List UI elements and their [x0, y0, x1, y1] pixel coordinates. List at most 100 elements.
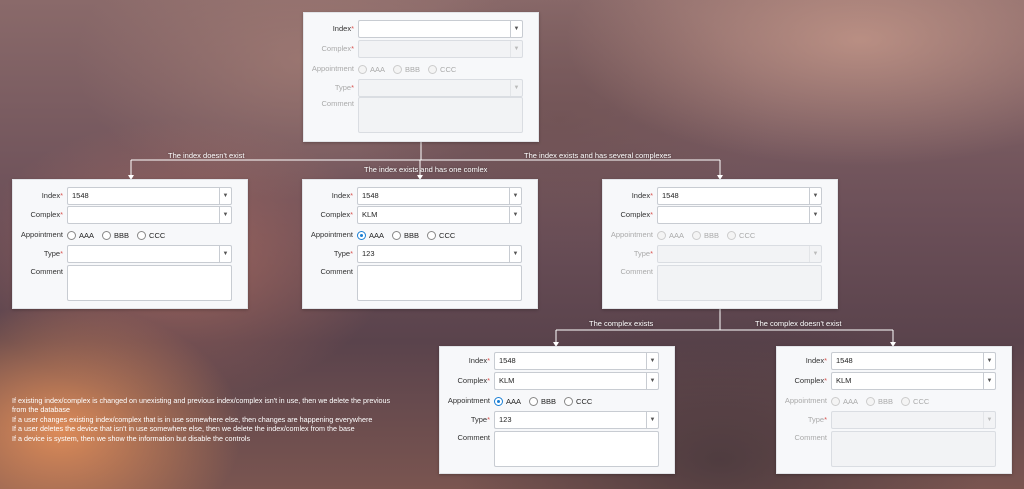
radio-ccc: CCC [901, 396, 930, 406]
chevron-down-icon: ▼ [510, 80, 522, 96]
radio-circle-icon [727, 230, 737, 240]
radio-ccc-label: CCC [576, 396, 593, 406]
radio-circle-icon [529, 396, 539, 406]
required-mark: * [350, 191, 353, 200]
type-select[interactable]: 123 ▼ [494, 411, 659, 429]
type-label: Type [470, 415, 488, 424]
comment-label: Comment [30, 267, 63, 276]
index-select[interactable]: 1548 ▼ [67, 187, 232, 205]
radio-aaa-label: AAA [370, 64, 386, 74]
radio-bbb: BBB [692, 230, 719, 240]
index-select[interactable]: 1548 ▼ [657, 187, 822, 205]
index-select[interactable]: ▼ [358, 20, 523, 38]
type-label: Type [334, 83, 352, 92]
connector-label-complex-exists: The complex exists [589, 319, 654, 328]
type-select: ▼ [358, 79, 523, 97]
required-mark: * [60, 249, 63, 258]
type-label: Type [333, 249, 351, 258]
chevron-down-icon: ▼ [510, 21, 522, 37]
complex-label: Complex [30, 210, 61, 219]
required-mark: * [351, 24, 354, 33]
radio-aaa[interactable]: AAA [67, 230, 95, 240]
comment-label: Comment [321, 99, 354, 108]
radio-ccc-label: CCC [149, 230, 166, 240]
chevron-down-icon: ▼ [646, 373, 658, 389]
complex-select[interactable]: ▼ [657, 206, 822, 224]
radio-ccc-label: CCC [439, 230, 456, 240]
radio-ccc-label: CCC [440, 64, 457, 74]
chevron-down-icon: ▼ [809, 207, 821, 223]
radio-aaa: AAA [657, 230, 684, 240]
index-select[interactable]: 1548 ▼ [494, 352, 659, 370]
radio-bbb-label: BBB [878, 396, 894, 406]
required-mark: * [650, 249, 653, 258]
complex-select[interactable]: KLM ▼ [494, 372, 659, 390]
radio-circle-icon [67, 230, 76, 240]
form-one-complex: Index* 1548 ▼ Complex* KLM ▼ Appointment A… [302, 179, 538, 309]
radio-aaa-label: AAA [506, 396, 522, 406]
radio-circle-icon [428, 64, 438, 74]
radio-aaa: AAA [831, 396, 858, 406]
radio-circle-icon [393, 64, 403, 74]
index-value: 1548 [362, 191, 379, 200]
radio-circle-icon [692, 230, 702, 240]
required-mark: * [824, 376, 827, 385]
index-label: Index [332, 24, 352, 33]
chevron-down-icon: ▼ [509, 188, 521, 204]
type-select[interactable]: ▼ [67, 245, 232, 263]
radio-ccc-label: CCC [913, 396, 930, 406]
comment-textarea [358, 97, 523, 133]
required-mark: * [650, 191, 653, 200]
index-label: Index [331, 191, 351, 200]
radio-bbb[interactable]: BBB [529, 396, 556, 406]
radio-ccc-label: CCC [739, 230, 756, 240]
chevron-down-icon: ▼ [219, 207, 231, 223]
appointment-label: Appointment [311, 64, 354, 73]
comment-textarea[interactable] [494, 431, 659, 467]
complex-label: Complex [620, 210, 651, 219]
connector-label-index-missing: The index doesn't exist [168, 151, 245, 160]
index-select[interactable]: 1548 ▼ [831, 352, 996, 370]
radio-circle-icon [657, 230, 666, 240]
appointment-radio-group: AAA BBB CCC [358, 60, 456, 78]
type-select[interactable]: 123 ▼ [357, 245, 522, 263]
required-mark: * [350, 210, 353, 219]
index-select[interactable]: 1548 ▼ [357, 187, 522, 205]
required-mark: * [824, 415, 827, 424]
comment-label: Comment [794, 433, 827, 442]
radio-bbb[interactable]: BBB [392, 230, 419, 240]
appointment-radio-group: AAA BBB CCC [831, 392, 929, 410]
required-mark: * [487, 415, 490, 424]
radio-aaa[interactable]: AAA [494, 396, 522, 406]
complex-select[interactable]: ▼ [67, 206, 232, 224]
complex-label: Complex [794, 376, 825, 385]
rules-notes: If existing index/complex is changed on … [12, 396, 392, 443]
comment-textarea [657, 265, 822, 301]
appointment-label: Appointment [310, 230, 353, 239]
appointment-radio-group: AAA BBB CCC [657, 226, 755, 244]
comment-textarea[interactable] [357, 265, 522, 301]
radio-circle-icon [137, 230, 147, 240]
complex-select[interactable]: KLM ▼ [831, 372, 996, 390]
comment-textarea[interactable] [67, 265, 232, 301]
radio-circle-icon [866, 396, 876, 406]
appointment-radio-group: AAA BBB CCC [494, 392, 592, 410]
radio-aaa[interactable]: AAA [357, 230, 384, 240]
radio-ccc[interactable]: CCC [564, 396, 593, 406]
chevron-down-icon: ▼ [809, 246, 821, 262]
index-value: 1548 [499, 356, 516, 365]
complex-select[interactable]: KLM ▼ [357, 206, 522, 224]
radio-bbb[interactable]: BBB [102, 230, 129, 240]
radio-ccc[interactable]: CCC [427, 230, 456, 240]
form-complex-missing: Index* 1548 ▼ Complex* KLM ▼ Appointment A… [776, 346, 1012, 474]
required-mark: * [487, 376, 490, 385]
form-complex-exists: Index* 1548 ▼ Complex* KLM ▼ Appointment A… [439, 346, 675, 474]
type-select: ▼ [831, 411, 996, 429]
appointment-label: Appointment [610, 230, 653, 239]
type-label: Type [633, 249, 651, 258]
radio-aaa-label: AAA [79, 230, 95, 240]
index-value: 1548 [72, 191, 89, 200]
radio-ccc[interactable]: CCC [137, 230, 166, 240]
type-value: 123 [362, 249, 375, 258]
type-label: Type [807, 415, 825, 424]
